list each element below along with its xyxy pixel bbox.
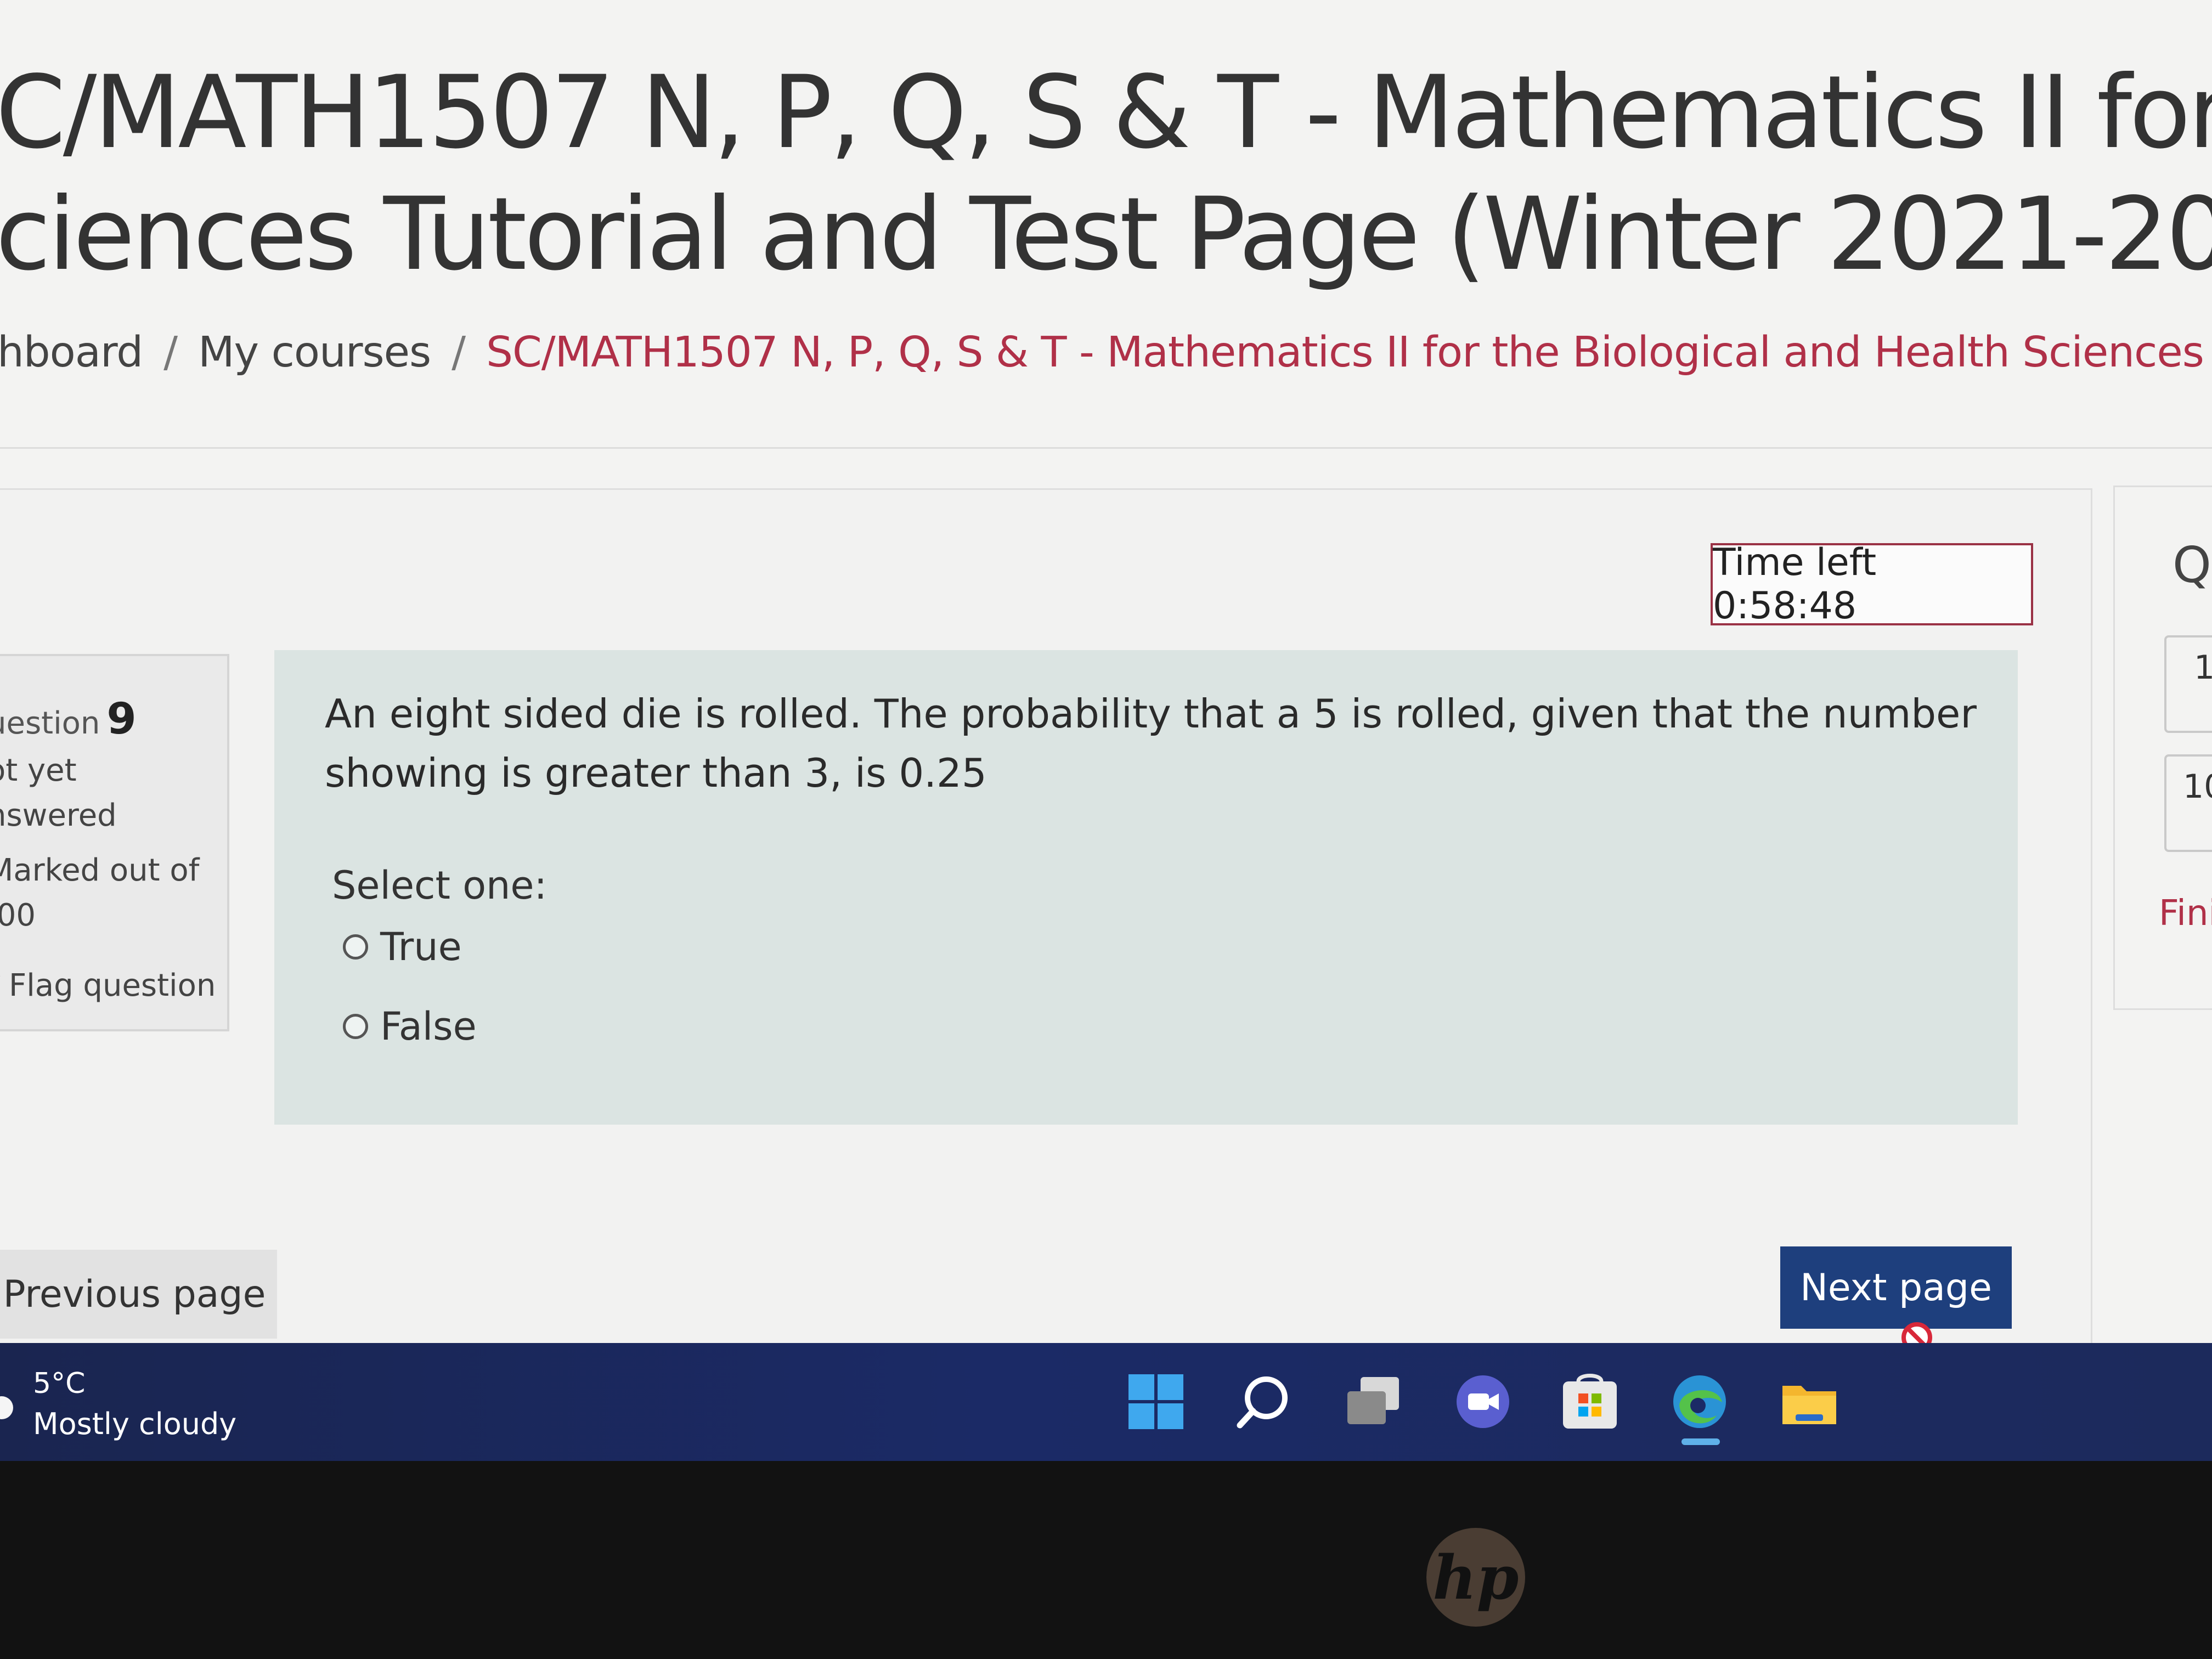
task-view-icon[interactable] [1343, 1372, 1403, 1432]
breadcrumb: hboard / My courses / SC/MATH1507 N, P, Q, S… [0, 328, 2212, 377]
next-page-button[interactable]: Next page [1780, 1246, 2012, 1329]
windows-taskbar [0, 1343, 2212, 1461]
answer-option-false[interactable]: False [343, 1004, 477, 1049]
quiz-nav-question-10[interactable]: 10 [2164, 754, 2212, 852]
laptop-bezel [0, 1461, 2212, 1659]
question-content-box: An eight sided die is rolled. The probab… [274, 650, 2018, 1125]
page-title-line-1: C/MATH1507 N, P, Q, S & T - Mathematics … [0, 54, 2212, 171]
quiz-nav-question-1[interactable]: 1 [2164, 635, 2212, 733]
microsoft-store-icon[interactable] [1560, 1372, 1620, 1432]
header-divider [0, 447, 2212, 449]
breadcrumb-separator: / [452, 328, 466, 377]
answer-option-true[interactable]: True [343, 924, 462, 969]
breadcrumb-dashboard[interactable]: hboard [0, 328, 143, 377]
state-line-2: nswered [0, 798, 117, 833]
marks-line-2: .00 [0, 898, 36, 933]
search-icon[interactable] [1233, 1372, 1294, 1432]
page-title-line-2: ciences Tutorial and Test Page (Winter 2… [0, 176, 2212, 293]
question-marks: Marked out of .00 [0, 848, 199, 938]
weather-condition: Mostly cloudy [33, 1407, 237, 1441]
file-explorer-icon[interactable] [1779, 1372, 1839, 1432]
finish-attempt-link[interactable]: Fini [2159, 893, 2212, 934]
time-left-timer: Time left 0:58:48 [1711, 541, 2033, 628]
windows-start-icon[interactable] [1126, 1372, 1186, 1432]
breadcrumb-my-courses[interactable]: My courses [198, 328, 431, 377]
weather-widget[interactable]: 5°C Mostly cloudy [33, 1367, 236, 1441]
breadcrumb-separator: / [163, 328, 178, 377]
not-allowed-cursor-icon [1901, 1322, 1932, 1343]
flag-question-label: Flag question [9, 968, 216, 1003]
previous-page-button[interactable]: Previous page [0, 1250, 277, 1339]
flag-question-link[interactable]: Flag question [0, 968, 216, 1003]
question-number: 9 [106, 695, 137, 744]
state-line-1: ot yet [0, 753, 77, 788]
flag-icon [0, 975, 1, 977]
hp-logo: hp [1426, 1528, 1525, 1627]
question-text: An eight sided die is rolled. The probab… [325, 691, 1977, 796]
question-info-panel: uestion9 ot yetnswered Marked out of.00 … [0, 654, 229, 1031]
radio-button-true[interactable] [343, 934, 368, 960]
page-title: C/MATH1507 N, P, Q, S & T - Mathematics … [0, 52, 2212, 296]
weather-temperature: 5°C [33, 1367, 86, 1400]
marks-line-1: Marked out of [0, 853, 200, 888]
question-state: ot yet nswered [0, 748, 117, 838]
active-app-indicator [1681, 1438, 1720, 1445]
quiz-navigation-heading: Q [2172, 537, 2211, 594]
question-label-text: uestion [0, 706, 100, 741]
radio-button-false[interactable] [343, 1014, 368, 1039]
edge-browser-icon[interactable] [1669, 1372, 1730, 1432]
answer-option-true-label: True [380, 924, 462, 969]
breadcrumb-course[interactable]: SC/MATH1507 N, P, Q, S & T - Mathematics… [486, 328, 2212, 377]
question-number-label: uestion9 [0, 695, 137, 744]
answer-option-false-label: False [380, 1004, 477, 1049]
browser-screen: C/MATH1507 N, P, Q, S & T - Mathematics … [0, 0, 2212, 1343]
select-one-label: Select one: [332, 863, 548, 908]
teams-chat-icon[interactable] [1453, 1372, 1513, 1432]
